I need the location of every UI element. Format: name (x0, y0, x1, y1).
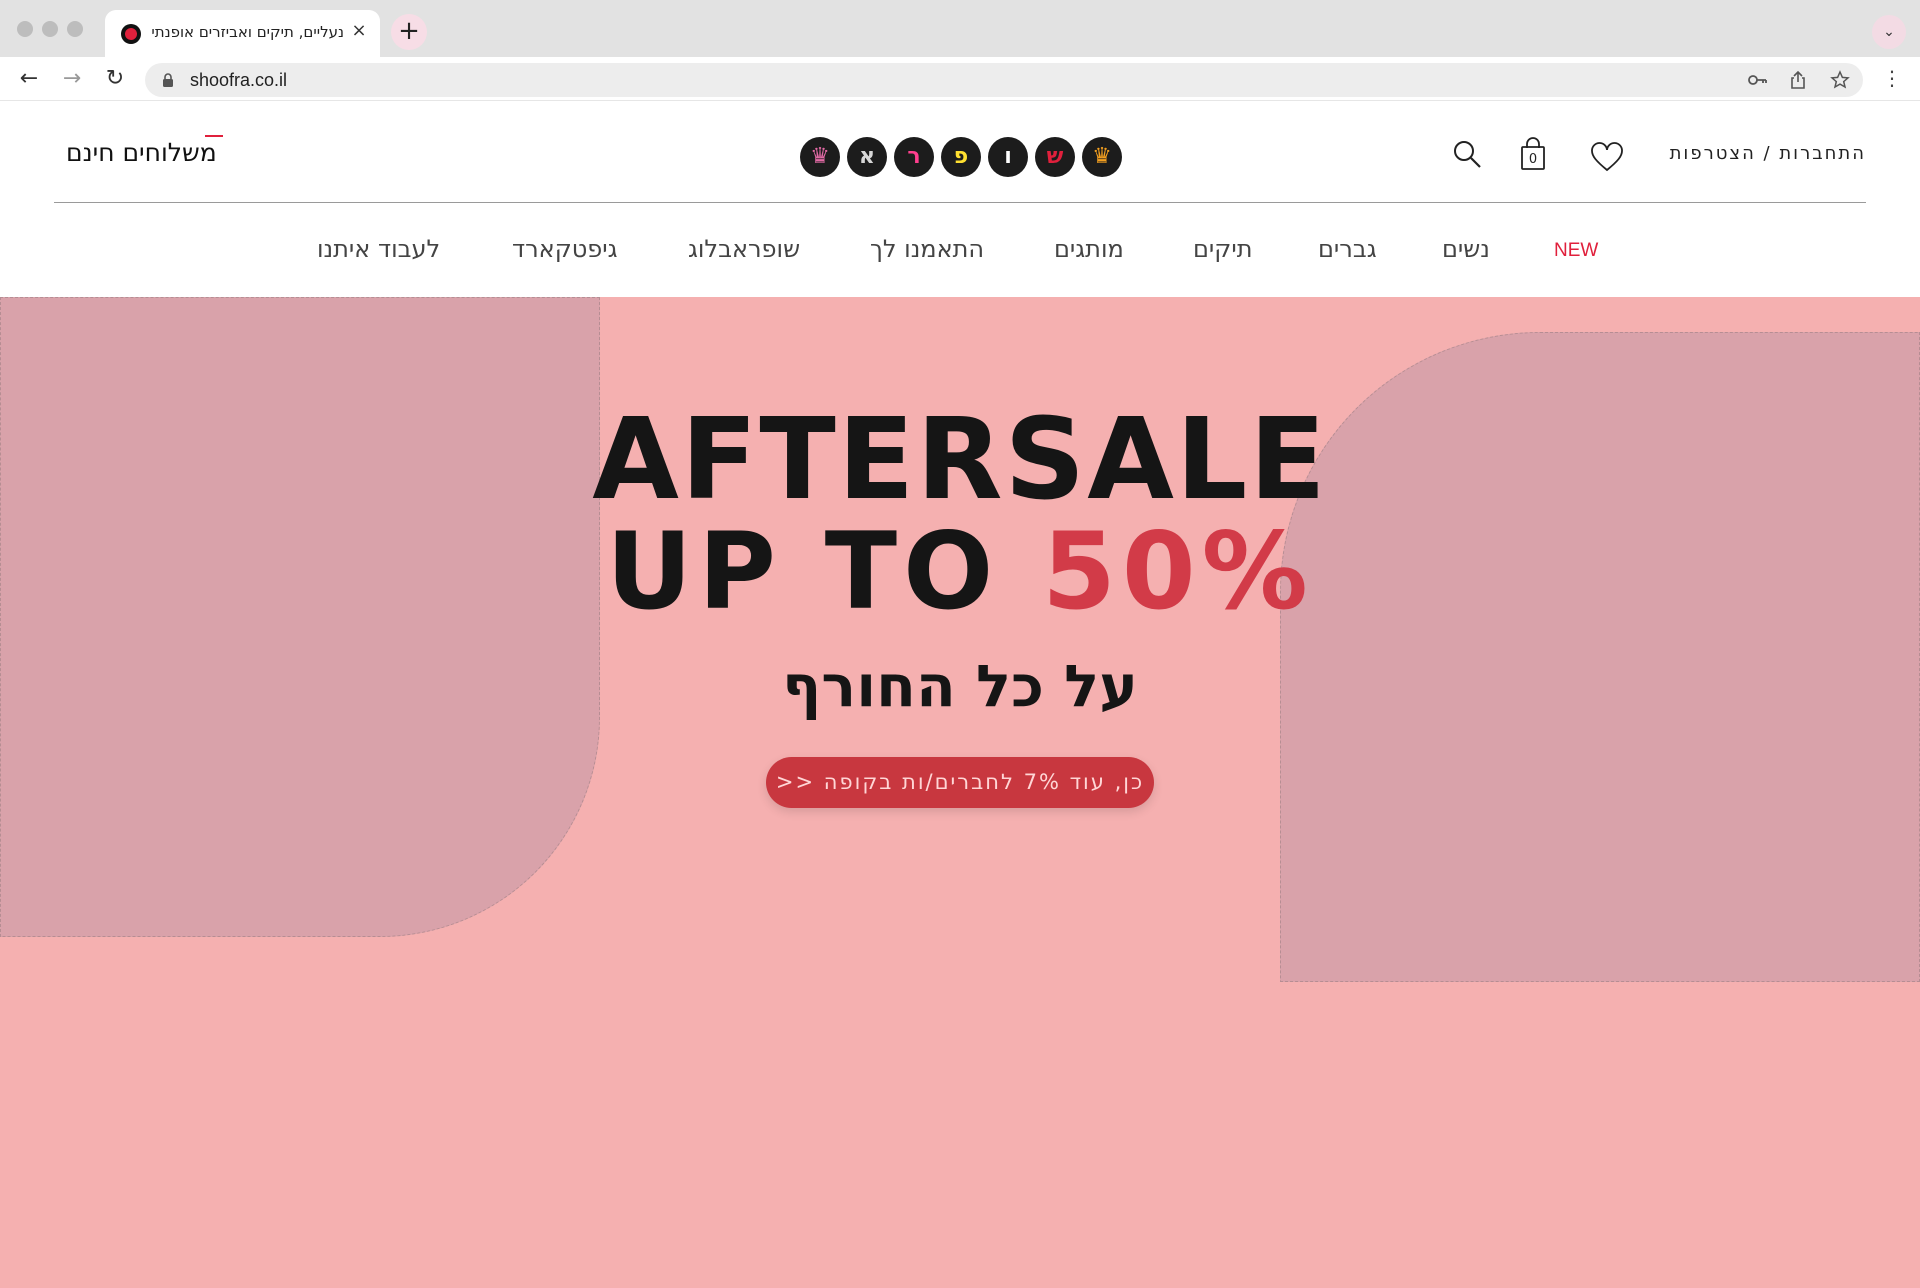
tab-search-button[interactable]: ⌄ (1872, 15, 1906, 49)
hero-headline-aftersale: AFTERSALE (592, 395, 1328, 525)
logo-letter-alef: א (847, 137, 887, 177)
logo-letter-vav: ו (988, 137, 1028, 177)
tab-title: נעליים, תיקים ואביזרים אופנתיים - נעליים… (151, 23, 344, 41)
logo-letter-resh: ר (894, 137, 934, 177)
password-key-icon[interactable] (1747, 72, 1769, 88)
browser-tab-active[interactable]: נעליים, תיקים ואביזרים אופנתיים - נעליים… (105, 10, 380, 57)
header-divider (54, 202, 1866, 203)
nav-item-giftcard[interactable]: גיפטקארד (512, 235, 618, 263)
browser-tab-bar: נעליים, תיקים ואביזרים אופנתיים - נעליים… (0, 0, 1920, 57)
browser-toolbar: ← → ↻ shoofra.co.il ⋮ (0, 57, 1920, 101)
back-icon[interactable]: ← (15, 65, 43, 93)
tab-close-icon[interactable]: × (348, 20, 370, 42)
cart-button[interactable]: 0 (1520, 137, 1546, 173)
hero-subheadline: על כל החורף (782, 652, 1138, 720)
address-bar[interactable]: shoofra.co.il (145, 63, 1863, 97)
hero-cta-button[interactable]: כן, עוד 7% לחברים/ות בקופה << (766, 757, 1154, 808)
logo-letter-shin: ש (1035, 137, 1075, 177)
shoofra-logo[interactable]: ♛ א ר פ ו ש ♛ (800, 137, 1122, 177)
window-close-dot[interactable] (17, 21, 33, 37)
free-shipping-label[interactable]: משלוחים חינם (66, 138, 217, 167)
lock-icon[interactable] (162, 73, 174, 87)
bookmark-star-icon[interactable] (1829, 70, 1851, 90)
hero-banner[interactable]: AFTERSALE UP TO 50% על כל החורף כן, עוד … (0, 297, 1920, 1288)
nav-item-men[interactable]: גברים (1318, 235, 1377, 263)
hero-headline-up-to-text: UP TO (606, 510, 1043, 633)
new-tab-button[interactable]: + (391, 14, 427, 50)
nav-item-new[interactable]: NEW (1554, 240, 1598, 262)
login-register-link[interactable]: התחברות / הצטרפות (1670, 143, 1866, 164)
nav-item-careers[interactable]: לעבוד איתנו (317, 235, 440, 263)
free-shipping-accent-mark (205, 135, 223, 137)
nav-item-blog[interactable]: שופראבלוג (688, 235, 800, 263)
logo-crown-right: ♛ (1082, 137, 1122, 177)
nav-item-matched-for-you[interactable]: התאמנו לך (870, 235, 984, 263)
nav-item-bags[interactable]: תיקים (1193, 235, 1252, 263)
site-header: משלוחים חינם ♛ א ר פ ו ש ♛ 0 התחברות / ה… (0, 101, 1920, 297)
url-text[interactable]: shoofra.co.il (190, 70, 287, 91)
window-minimize-dot[interactable] (42, 21, 58, 37)
logo-crown-left: ♛ (800, 137, 840, 177)
forward-icon[interactable]: → (58, 65, 86, 93)
hero-discount-percent: 50% (1042, 510, 1314, 633)
share-icon[interactable] (1787, 70, 1809, 90)
nav-item-women[interactable]: נשים (1442, 235, 1490, 263)
search-icon[interactable] (1452, 139, 1482, 169)
logo-letter-pe: פ (941, 137, 981, 177)
wishlist-heart-icon[interactable] (1590, 142, 1624, 172)
window-zoom-dot[interactable] (67, 21, 83, 37)
main-navigation: NEW נשים גברים תיקים מותגים התאמנו לך שו… (0, 235, 1920, 269)
browser-menu-icon[interactable]: ⋮ (1882, 66, 1902, 90)
cart-count: 0 (1528, 152, 1538, 167)
reload-icon[interactable]: ↻ (101, 65, 129, 93)
site-favicon-icon (121, 24, 141, 44)
nav-item-brands[interactable]: מותגים (1054, 235, 1124, 263)
hero-headline-up-to: UP TO 50% (0, 510, 1920, 633)
